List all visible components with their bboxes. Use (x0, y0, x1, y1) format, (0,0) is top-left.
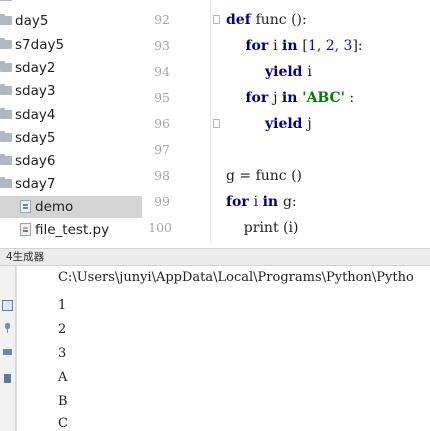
tree-item-truncated (0, 0, 142, 8)
code-line-92[interactable]: def func (): (226, 9, 307, 31)
code-line-95[interactable]: for j in 'ABC' : (226, 87, 354, 109)
code-line-99[interactable]: for i in g: (226, 191, 297, 213)
folder-icon (0, 38, 12, 49)
run-tab[interactable]: 4生成器 (4, 249, 46, 265)
code-line-96[interactable]: yield j (226, 113, 312, 135)
folder-icon (0, 154, 12, 165)
line-number: 96 (154, 116, 170, 131)
code-text: , (316, 38, 326, 54)
line-number: 100 (148, 220, 172, 235)
tree-item-label: sday2 (15, 60, 56, 76)
folder-icon (0, 84, 12, 95)
tree-item-label: sday6 (15, 153, 56, 169)
python-file-icon (20, 223, 31, 236)
tree-item-label: s7day5 (15, 37, 65, 53)
line-number: 99 (154, 194, 170, 209)
code-line-93[interactable]: for i in [1, 2, 3]: (226, 35, 363, 57)
line-number: 93 (154, 38, 170, 53)
console-output-line: B (58, 394, 68, 409)
line-number: 94 (154, 64, 170, 79)
fold-marker-icon[interactable] (213, 15, 220, 24)
console-output-line: C (58, 416, 68, 431)
tree-item-label: day5 (15, 13, 49, 29)
code-keyword: in (282, 38, 303, 54)
python-file-icon (20, 200, 31, 213)
console-command-line: C:\Users\junyi\AppData\Local\Programs\Py… (58, 270, 414, 285)
folder-icon (0, 61, 12, 72)
code-string: 'ABC' (302, 90, 345, 106)
code-text: i (253, 194, 263, 210)
tree-item-label: sday3 (15, 83, 56, 99)
tree-item-sday6[interactable]: sday6 (0, 150, 142, 172)
code-line-98[interactable]: g = func () (226, 165, 302, 187)
tree-item-day5[interactable]: day5 (0, 10, 142, 32)
tree-item-sday2[interactable]: sday2 (0, 57, 142, 79)
folder-icon (0, 131, 12, 142)
code-text: , (334, 38, 344, 54)
line-number: 92 (154, 12, 170, 27)
console-output-line: 1 (58, 298, 67, 313)
ide-window: day5 s7day5 sday2 sday3 sday4 sday5 sday… (0, 0, 430, 431)
code-keyword: in (281, 90, 303, 106)
code-keyword: yield (226, 64, 308, 80)
code-text: : (344, 90, 355, 106)
folder-icon (0, 14, 12, 25)
run-panel-header: 4生成器 (0, 248, 430, 266)
console-output-line: A (58, 370, 68, 385)
tree-item-s7day5[interactable]: s7day5 (0, 34, 142, 56)
gutter-separator (210, 0, 211, 243)
code-text: g: (282, 194, 297, 210)
tree-item-label: sday7 (15, 176, 56, 192)
code-keyword: for (226, 194, 254, 210)
project-tree: day5 s7day5 sday2 sday3 sday4 sday5 sday… (0, 0, 142, 243)
code-text: j (273, 90, 282, 106)
tree-item-sday7[interactable]: sday7 (0, 173, 142, 195)
folder-icon (0, 177, 12, 188)
code-keyword: for (226, 38, 274, 54)
code-text: j (307, 116, 312, 132)
code-line-100[interactable]: print (i) (226, 217, 299, 239)
code-text: i (307, 64, 312, 80)
tree-item-file-test[interactable]: file_test.py (0, 219, 142, 241)
folder-icon (0, 108, 12, 119)
tree-item-demo[interactable]: demo (0, 196, 142, 218)
console-output-line: 2 (58, 322, 67, 337)
tree-item-sday5[interactable]: sday5 (0, 127, 142, 149)
toolbar-separator (15, 266, 16, 431)
tree-item-sday4[interactable]: sday4 (0, 104, 142, 126)
folder-icon (0, 0, 12, 1)
code-keyword: def (226, 12, 256, 28)
line-number: 95 (154, 90, 170, 105)
code-text: func (): (255, 12, 307, 28)
code-text: ]: (352, 38, 363, 54)
tree-item-label: sday4 (15, 107, 56, 123)
code-number: 1 (307, 38, 317, 54)
tree-item-label: demo (35, 199, 74, 215)
line-number: 97 (154, 142, 170, 157)
tree-item-sday3[interactable]: sday3 (0, 80, 142, 102)
console-output-line: 3 (58, 346, 67, 361)
tree-item-label: file_test.py (35, 222, 110, 238)
tree-item-label: sday5 (15, 130, 56, 146)
trash-icon[interactable] (2, 372, 13, 383)
layout-icon[interactable] (2, 300, 13, 311)
code-line-94[interactable]: yield i (226, 61, 312, 83)
pin-icon[interactable] (2, 322, 13, 333)
fold-marker-icon[interactable] (213, 119, 220, 128)
line-number: 98 (154, 168, 170, 183)
code-keyword: yield (226, 116, 308, 132)
code-number: 2 (325, 38, 335, 54)
print-icon[interactable] (2, 346, 13, 357)
code-keyword: for (226, 90, 274, 106)
code-keyword: in (262, 194, 283, 210)
code-text: i (273, 38, 283, 54)
